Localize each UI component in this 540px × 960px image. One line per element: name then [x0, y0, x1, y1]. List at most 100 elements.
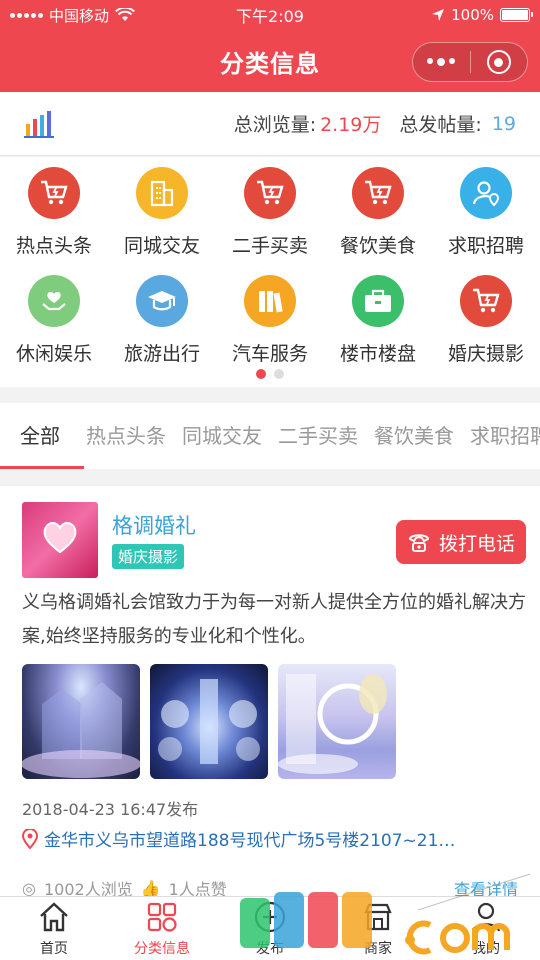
category-label: 楼市楼盘	[339, 343, 416, 365]
carrier-label: 中国移动	[49, 6, 110, 25]
post-photo[interactable]	[22, 664, 140, 779]
category-item[interactable]: 休闲娱乐	[0, 275, 108, 366]
bar-chart-icon	[24, 110, 54, 138]
post-meta: ◎ 1002人浏览 👍 1人点赞 查看详情	[22, 878, 518, 899]
post-likes: 1人点赞	[168, 880, 227, 898]
tabbar-label: 发布	[256, 940, 284, 957]
plus-circle-icon	[254, 901, 286, 932]
person-pin-icon	[460, 167, 512, 219]
tabbar-merchant[interactable]: 商家	[324, 897, 432, 960]
category-label: 求职招聘	[447, 235, 524, 257]
books-icon	[244, 275, 296, 327]
tab-item[interactable]: 热点头条	[86, 403, 166, 469]
battery-icon	[500, 8, 533, 22]
category-label: 同城交友	[123, 235, 200, 257]
tabbar-home[interactable]: 首页	[0, 897, 108, 960]
status-bar: 中国移动 下午2:09 100%	[0, 0, 540, 30]
category-item[interactable]: 旅游出行	[108, 275, 216, 366]
category-item[interactable]: 求职招聘	[432, 167, 540, 258]
cart-icon	[244, 167, 296, 219]
tabbar-label: 我的	[472, 940, 500, 957]
posts-label: 总发帖量:	[399, 114, 482, 136]
location-pin-icon	[22, 828, 38, 849]
pager-dot[interactable]	[274, 369, 284, 379]
category-label: 休闲娱乐	[15, 343, 92, 365]
category-item[interactable]: 婚庆摄影	[432, 275, 540, 366]
category-label: 汽车服务	[231, 343, 308, 365]
views-value: 2.19万	[320, 114, 382, 136]
tabbar-label: 商家	[364, 940, 392, 957]
page-title: 分类信息	[220, 49, 320, 78]
tab-item[interactable]: 求职招聘	[470, 403, 540, 469]
category-label: 旅游出行	[123, 343, 200, 365]
thumb-up-icon: 👍	[140, 878, 161, 898]
view-details-link[interactable]: 查看详情	[454, 878, 518, 898]
tab-item[interactable]: 同城交友	[182, 403, 262, 469]
tabbar-label: 分类信息	[134, 940, 190, 957]
tab-item[interactable]: 餐饮美食	[374, 403, 454, 469]
target-icon	[486, 50, 511, 74]
category-grid: 热点头条 同城交友 二手买卖 餐饮美食 求职招聘休闲娱乐 旅游出行 汽车服务 楼市楼盘 婚庆摄影	[0, 157, 540, 387]
category-item[interactable]: 热点头条	[0, 167, 108, 258]
tabbar-publish[interactable]: 发布	[216, 897, 324, 960]
tabbar-label: 首页	[40, 940, 68, 957]
category-label: 婚庆摄影	[447, 343, 524, 365]
store-icon	[364, 903, 392, 930]
post-address-text: 金华市义乌市望道路188号现代广场5号楼2107~21…	[44, 831, 456, 851]
post-photos	[22, 664, 396, 779]
post-category-tag: 婚庆摄影	[112, 544, 185, 569]
post-title[interactable]: 格调婚礼	[112, 510, 196, 540]
cart-icon	[352, 167, 404, 219]
call-button-label: 拨打电话	[438, 532, 515, 555]
category-tabs: 全部热点头条同城交友二手买卖餐饮美食求职招聘	[0, 403, 540, 469]
stats-bar: 总浏览量: 2.19万 总发帖量: 19	[0, 92, 540, 156]
category-item[interactable]: 二手买卖	[216, 167, 324, 258]
post-views: 1002人浏览	[43, 880, 133, 898]
building-icon	[136, 167, 188, 219]
tabbar-mine[interactable]: 我的	[432, 897, 540, 960]
miniprogram-capsule	[412, 42, 528, 82]
post-photo[interactable]	[278, 664, 396, 779]
user-icon	[471, 902, 501, 932]
category-item[interactable]: 楼市楼盘	[324, 275, 432, 366]
hand-heart-icon	[28, 275, 80, 327]
bottom-tab-bar: 首页 分类信息 发布 商家 我的	[0, 896, 540, 960]
cart-icon	[28, 167, 80, 219]
category-label: 餐饮美食	[339, 235, 416, 257]
post-thumbnail[interactable]	[22, 502, 98, 578]
tabbar-category[interactable]: 分类信息	[108, 897, 216, 960]
tab-item[interactable]: 全部	[0, 403, 84, 469]
close-miniprogram-button[interactable]	[471, 43, 528, 81]
battery-percent: 100%	[451, 6, 494, 24]
grid-icon	[147, 902, 177, 932]
eye-icon: ◎	[22, 878, 36, 898]
posts-value: 19	[491, 112, 516, 135]
briefcase-icon	[352, 275, 404, 327]
post-photo[interactable]	[150, 664, 268, 779]
post-date: 2018-04-23 16:47发布	[22, 800, 199, 819]
heart-icon	[43, 522, 77, 554]
post-description: 义乌格调婚礼会馆致力于为每一对新人提供全方位的婚礼解决方案,始终坚持服务的专业化…	[22, 592, 526, 647]
call-button[interactable]: 拨打电话	[396, 520, 526, 564]
graduation-cap-icon	[136, 275, 188, 327]
category-item[interactable]: 同城交友	[108, 167, 216, 258]
post-card[interactable]: 格调婚礼 婚庆摄影 拨打电话 义乌格调婚礼会馆致力于为每一对新人提供全方位的婚礼…	[0, 486, 540, 899]
wifi-icon	[115, 8, 135, 21]
location-arrow-icon	[432, 9, 445, 21]
category-item[interactable]: 汽车服务	[216, 275, 324, 366]
cart-icon	[460, 275, 512, 327]
views-label: 总浏览量:	[233, 114, 317, 136]
tab-item[interactable]: 二手买卖	[278, 403, 358, 469]
pager-dot-active[interactable]	[256, 369, 266, 379]
category-label: 热点头条	[15, 235, 92, 257]
app-header: 中国移动 下午2:09 100% 分类信息	[0, 0, 540, 92]
grid-pager	[0, 369, 540, 379]
nav-bar: 分类信息	[0, 30, 540, 92]
more-dots-icon	[427, 58, 456, 66]
phone-icon	[408, 534, 429, 552]
post-address[interactable]: 金华市义乌市望道路188号现代广场5号楼2107~21…	[22, 826, 492, 851]
more-menu-button[interactable]	[413, 43, 470, 81]
home-icon	[40, 901, 68, 931]
category-label: 二手买卖	[231, 235, 308, 257]
category-item[interactable]: 餐饮美食	[324, 167, 432, 258]
